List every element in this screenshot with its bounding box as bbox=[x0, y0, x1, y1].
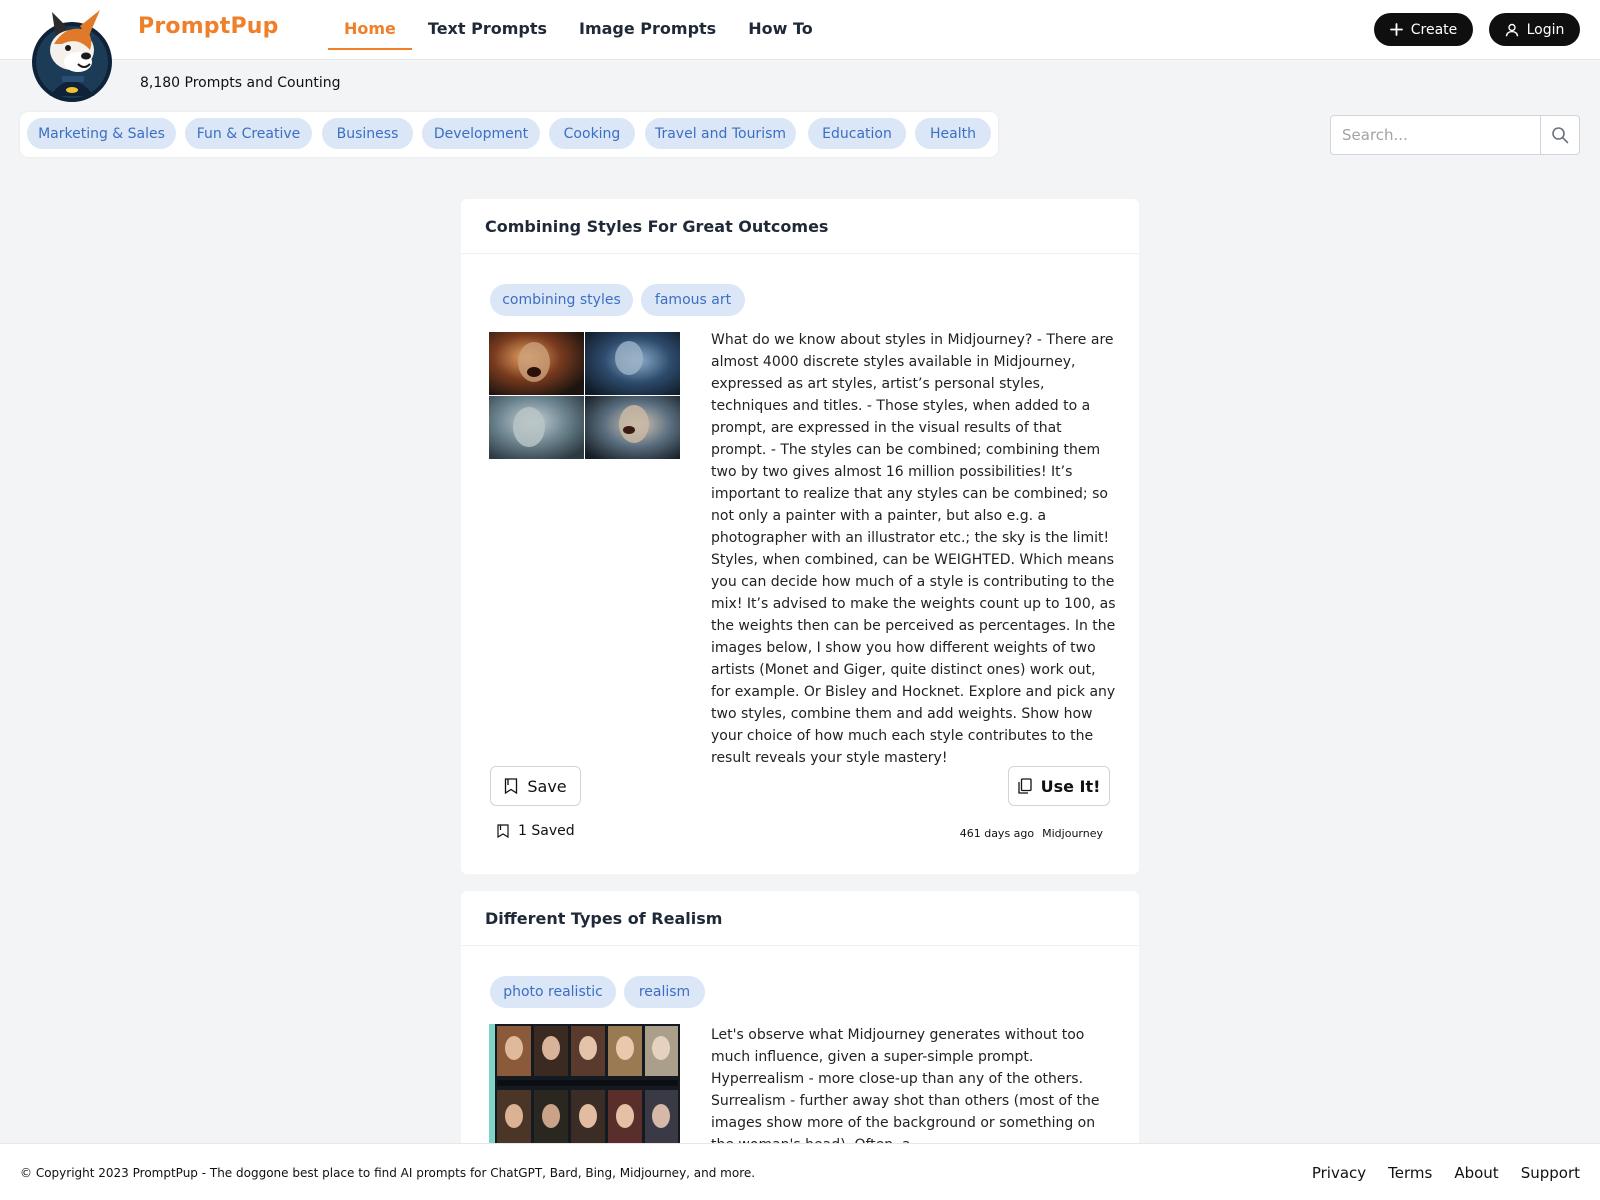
bookmark-icon bbox=[497, 824, 509, 838]
use-it-button[interactable]: Use It! bbox=[1008, 766, 1110, 806]
card-divider bbox=[461, 945, 1139, 946]
plus-icon bbox=[1389, 23, 1403, 36]
search-box bbox=[1330, 115, 1580, 155]
save-button-label: Save bbox=[527, 776, 567, 796]
nav-text-prompts[interactable]: Text Prompts bbox=[412, 0, 563, 50]
footer-link-support[interactable]: Support bbox=[1521, 1164, 1580, 1182]
prompt-thumbnail[interactable] bbox=[489, 332, 680, 459]
main-nav: Home Text Prompts Image Prompts How To bbox=[328, 0, 829, 60]
category-travel-tourism[interactable]: Travel and Tourism bbox=[645, 118, 796, 149]
category-cooking[interactable]: Cooking bbox=[549, 118, 635, 149]
nav-home[interactable]: Home bbox=[328, 0, 412, 50]
footer-link-about[interactable]: About bbox=[1454, 1164, 1498, 1182]
brand-name[interactable]: PromptPup bbox=[138, 14, 279, 39]
login-button-label: Login bbox=[1526, 21, 1565, 38]
category-education[interactable]: Education bbox=[808, 118, 906, 149]
footer-link-privacy[interactable]: Privacy bbox=[1312, 1164, 1366, 1182]
prompt-description: Let's observe what Midjourney generates … bbox=[711, 1027, 1100, 1153]
create-button-label: Create bbox=[1410, 21, 1458, 38]
tag-combining-styles[interactable]: combining styles bbox=[490, 284, 633, 316]
save-button[interactable]: Save bbox=[490, 766, 581, 806]
login-button[interactable]: Login bbox=[1489, 13, 1580, 46]
saved-count-text: 1 Saved bbox=[518, 823, 575, 839]
prompt-age: 461 days ago bbox=[959, 827, 1035, 840]
copyright-text: © Copyright 2023 PromptPup - The doggone… bbox=[20, 1166, 756, 1180]
footer: © Copyright 2023 PromptPup - The doggone… bbox=[0, 1143, 1600, 1200]
saved-count: 1 Saved bbox=[497, 823, 575, 839]
create-button[interactable]: Create bbox=[1374, 13, 1473, 46]
prompt-card: Combining Styles For Great Outcomes comb… bbox=[461, 199, 1139, 874]
category-marketing-sales[interactable]: Marketing & Sales bbox=[27, 118, 176, 149]
category-health[interactable]: Health bbox=[915, 118, 991, 149]
prompt-thumbnail[interactable] bbox=[489, 1024, 680, 1154]
nav-how-to[interactable]: How To bbox=[732, 0, 829, 50]
nav-image-prompts[interactable]: Image Prompts bbox=[563, 0, 732, 50]
footer-link-terms[interactable]: Terms bbox=[1388, 1164, 1432, 1182]
card-divider bbox=[461, 253, 1139, 254]
search-icon bbox=[1552, 127, 1569, 144]
promptpup-logo[interactable] bbox=[28, 6, 116, 102]
user-icon bbox=[1505, 23, 1518, 36]
tag-photo-realistic[interactable]: photo realistic bbox=[490, 976, 616, 1008]
tag-famous-art[interactable]: famous art bbox=[641, 284, 745, 316]
category-business[interactable]: Business bbox=[322, 118, 413, 149]
category-bar: Marketing & Sales Fun & Creative Busines… bbox=[20, 112, 998, 157]
top-navbar: PromptPup Home Text Prompts Image Prompt… bbox=[0, 0, 1600, 60]
prompt-description: What do we know about styles in Midjourn… bbox=[711, 332, 1116, 766]
bookmark-icon bbox=[505, 778, 518, 794]
category-development[interactable]: Development bbox=[422, 118, 540, 149]
search-input[interactable] bbox=[1331, 116, 1540, 154]
prompt-card-title[interactable]: Combining Styles For Great Outcomes bbox=[485, 217, 828, 236]
copy-icon bbox=[1017, 778, 1032, 794]
footer-links: Privacy Terms About Support bbox=[1312, 1164, 1580, 1182]
use-it-button-label: Use It! bbox=[1040, 776, 1101, 796]
prompt-card-title[interactable]: Different Types of Realism bbox=[485, 909, 722, 928]
tag-realism[interactable]: realism bbox=[624, 976, 705, 1008]
prompt-model[interactable]: Midjourney bbox=[1042, 827, 1103, 840]
prompt-meta: 461 days ago Midjourney bbox=[960, 827, 1103, 840]
search-button[interactable] bbox=[1540, 116, 1579, 154]
prompt-counter: 8,180 Prompts and Counting bbox=[140, 75, 341, 91]
category-fun-creative[interactable]: Fun & Creative bbox=[185, 118, 312, 149]
